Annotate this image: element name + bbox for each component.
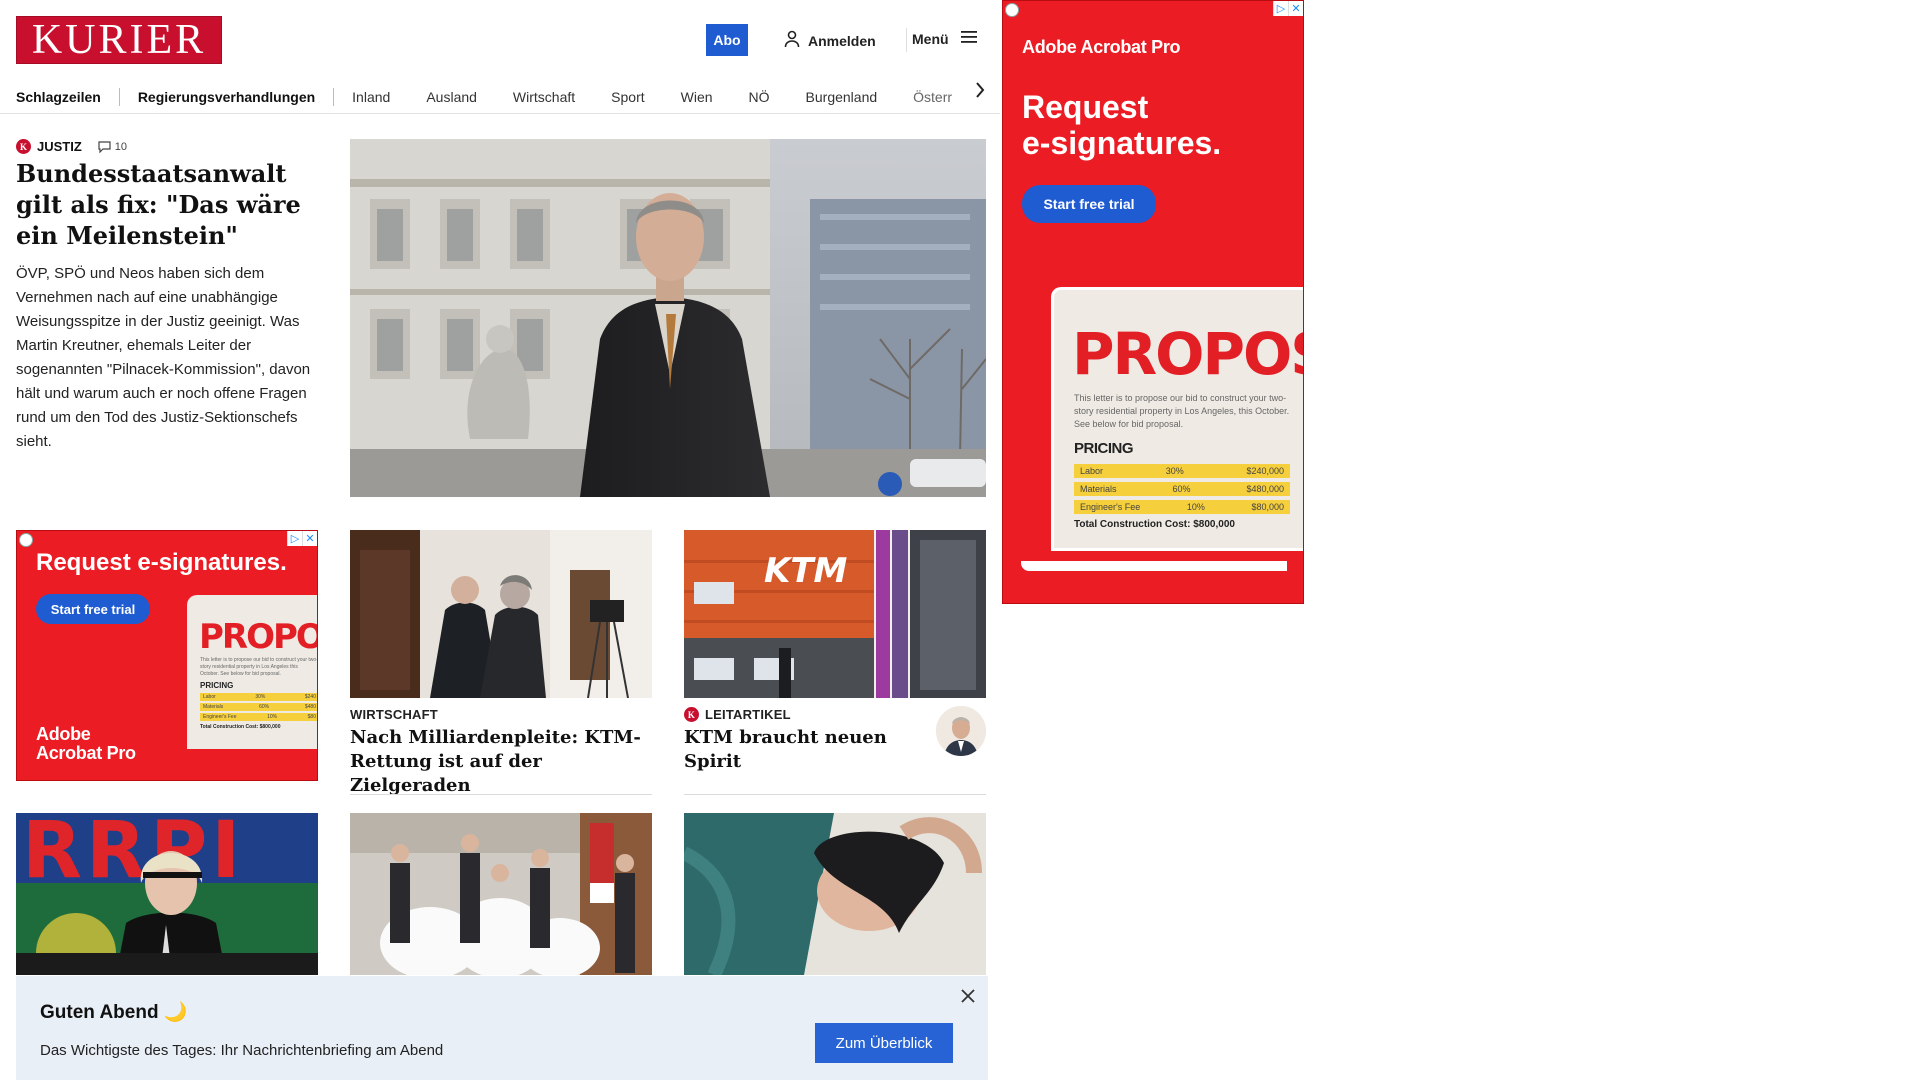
ad-close-icon[interactable]: ✕ <box>302 531 317 546</box>
nav-divider <box>333 88 335 106</box>
ad-sidebar-pricing-table: Labor 30% $240,000 Materials 60% $480,000 En… <box>1074 464 1290 532</box>
nav-item-regierungsverhandlungen[interactable]: Regierungsverhandlungen <box>138 89 315 105</box>
ad-info-icon[interactable]: ▷ <box>287 531 302 546</box>
author-avatar[interactable] <box>936 706 986 756</box>
comment-icon <box>98 140 111 153</box>
adchoices-icon[interactable] <box>19 533 33 547</box>
ad-controls: ▷ ✕ <box>1273 1 1303 16</box>
ad-sidebar[interactable]: ▷ ✕ Adobe Acrobat Pro Request e-signatur… <box>1002 0 1304 604</box>
ad-sidebar-cta[interactable]: Start free trial <box>1022 185 1156 223</box>
login-button[interactable]: Anmelden <box>784 30 876 51</box>
row3-photo-2[interactable] <box>350 813 652 975</box>
ad-small-headline: Request e-signatures. <box>36 549 287 576</box>
ad-sidebar-proposal-title: PROPOSAL <box>1072 320 1303 388</box>
ad-small-proposal-title: PROPOSAL <box>199 617 317 657</box>
banner-close-button[interactable] <box>956 984 980 1008</box>
row3-photo-1[interactable]: RRPI <box>16 813 318 975</box>
lead-photo[interactable] <box>350 139 986 497</box>
lead-headline[interactable]: Bundesstaatsanwalt gilt als fix: "Das wä… <box>16 158 316 251</box>
kurier-k-icon: K <box>684 707 699 722</box>
adchoices-icon[interactable] <box>1005 3 1019 17</box>
nav-divider <box>118 88 120 106</box>
card-wirtschaft-photo[interactable] <box>350 530 652 698</box>
ad-close-icon[interactable]: ✕ <box>1288 1 1303 16</box>
ad-small-pricing: PRICING <box>200 681 234 690</box>
card-wirtschaft-headline[interactable]: Nach Milliardenpleite: KTM-Rettung ist a… <box>350 726 652 798</box>
ad-sidebar-brand: Adobe Acrobat Pro <box>1022 37 1181 57</box>
card-divider <box>684 794 986 795</box>
header-divider <box>906 28 907 52</box>
ad-sidebar-proposal-text: This letter is to propose our bid to con… <box>1074 393 1290 429</box>
kurier-k-icon: K <box>16 139 31 154</box>
card-wirtschaft-label[interactable]: WIRTSCHAFT <box>350 707 438 722</box>
card-divider <box>350 794 652 795</box>
ad-sidebar-proposal-card: PROPOSAL This letter is to propose our b… <box>1051 287 1303 551</box>
nav-scroll-right-button[interactable] <box>970 78 990 102</box>
chevron-right-icon <box>976 82 985 98</box>
card-leitartikel-headline[interactable]: KTM braucht neuen Spirit <box>684 726 924 774</box>
nav-item-schlagzeilen[interactable]: Schlagzeilen <box>16 89 101 105</box>
ad-small-brand: Adobe Acrobat Pro <box>36 724 136 763</box>
svg-text:RRPI: RRPI <box>22 813 244 896</box>
nav-border <box>0 113 1000 114</box>
section-nav: Schlagzeilen Regierungsverhandlungen Inl… <box>16 80 990 114</box>
lead-teaser[interactable]: ÖVP, SPÖ und Neos haben sich dem Vernehm… <box>16 262 316 454</box>
nav-item-sport[interactable]: Sport <box>611 89 644 105</box>
ad-controls: ▷ ✕ <box>287 531 317 546</box>
lead-kicker-label: JUSTIZ <box>37 139 82 154</box>
ad-small-proposal-card: PROPOSAL This letter is to propose our b… <box>187 595 318 749</box>
nav-item-burgenland[interactable]: Burgenland <box>806 89 878 105</box>
kurier-logo[interactable]: KURIER <box>16 16 222 64</box>
evening-briefing-banner: Guten Abend 🌙 Das Wichtigste des Tages: … <box>16 976 988 1080</box>
banner-text: Das Wichtigste des Tages: Ihr Nachrichte… <box>40 1042 444 1059</box>
close-icon <box>961 989 975 1003</box>
ad-paper-edge <box>1021 561 1287 571</box>
ad-info-icon[interactable]: ▷ <box>1273 1 1288 16</box>
ad-sidebar-headline: Request e-signatures. <box>1022 89 1222 161</box>
abo-button[interactable]: Abo <box>706 24 748 56</box>
login-label: Anmelden <box>808 32 876 49</box>
menu-label: Menü <box>912 30 949 47</box>
comment-count-value: 10 <box>114 140 128 153</box>
row3-photo-3[interactable] <box>684 813 986 975</box>
nav-item-ausland[interactable]: Ausland <box>426 89 477 105</box>
nav-item-oesterreich[interactable]: Österr <box>913 89 952 105</box>
banner-title: Guten Abend 🌙 <box>40 1002 188 1023</box>
ktm-sign-text: KTM <box>764 551 848 591</box>
nav-item-wien[interactable]: Wien <box>681 89 713 105</box>
ad-small-pricing-table: Labor 30% $240 Materials 60% $480 Engineer's… <box>200 693 317 731</box>
card-leitartikel-label[interactable]: K LEITARTIKEL <box>684 707 791 722</box>
ad-sidebar-pricing: PRICING <box>1074 440 1134 457</box>
nav-item-noe[interactable]: NÖ <box>749 89 770 105</box>
ad-banner-small[interactable]: ▷ ✕ Request e-signatures. Start free tri… <box>16 530 318 781</box>
ad-small-proposal-text: This letter is to propose our bid to con… <box>200 657 318 677</box>
ad-small-cta[interactable]: Start free trial <box>36 594 150 624</box>
nav-item-wirtschaft[interactable]: Wirtschaft <box>513 89 575 105</box>
comment-count[interactable]: 10 <box>98 141 127 153</box>
card-leitartikel-label-text: LEITARTIKEL <box>705 707 791 722</box>
user-icon <box>784 30 800 51</box>
card-leitartikel-photo[interactable]: KTM <box>684 530 986 698</box>
lead-kicker[interactable]: K JUSTIZ 10 <box>16 139 127 154</box>
hamburger-icon <box>960 30 977 47</box>
menu-button[interactable]: Menü <box>912 30 977 47</box>
overview-button[interactable]: Zum Überblick <box>815 1023 953 1063</box>
nav-item-inland[interactable]: Inland <box>352 89 390 105</box>
